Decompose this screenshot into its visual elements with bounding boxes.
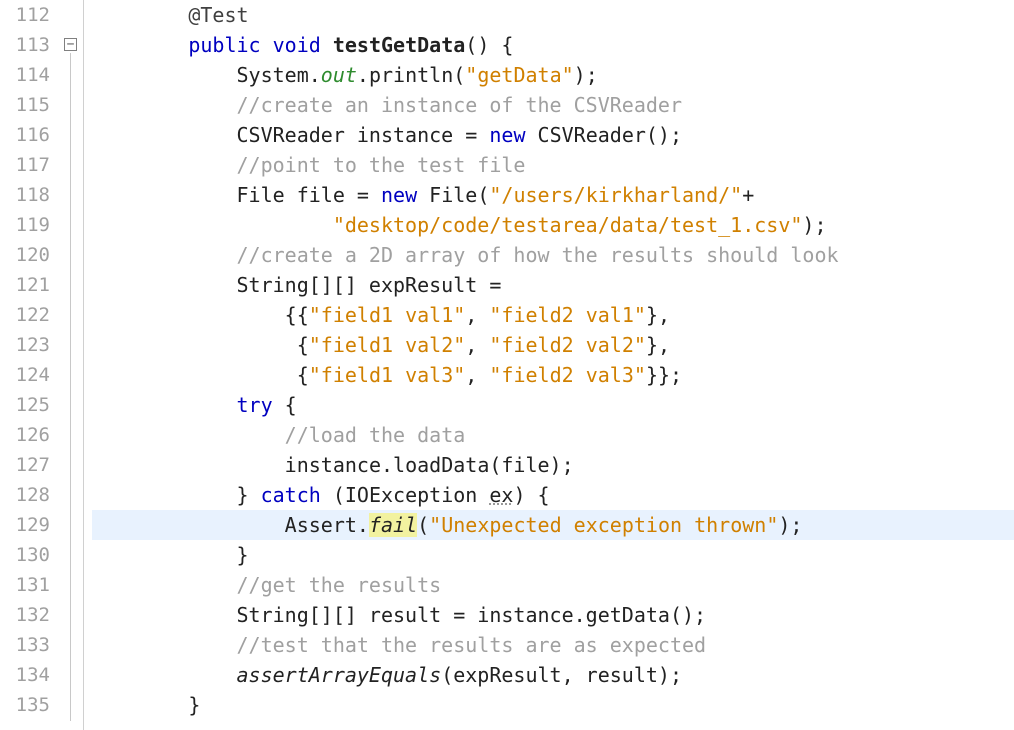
- keyword-new: new: [489, 123, 525, 147]
- line-number: 121: [0, 270, 50, 300]
- string-literal: "desktop/code/testarea/data/test_1.csv": [333, 213, 803, 237]
- line-number: 115: [0, 90, 50, 120]
- string-literal: "/users/kirkharland/": [489, 183, 742, 207]
- line-number: 116: [0, 120, 50, 150]
- comment: //point to the test file: [236, 153, 525, 177]
- code-line-current[interactable]: Assert.fail("Unexpected exception thrown…: [92, 510, 1014, 540]
- keyword-public: public: [188, 33, 260, 57]
- comment: //test that the results are as expected: [236, 633, 706, 657]
- code-line[interactable]: String[][] result = instance.getData();: [92, 600, 1014, 630]
- code-line[interactable]: try {: [92, 390, 1014, 420]
- string-literal: "field2 val3": [489, 363, 646, 387]
- string-literal: "field2 val1": [489, 303, 646, 327]
- string-literal: "field1 val2": [309, 333, 466, 357]
- comment: //create an instance of the CSVReader: [236, 93, 682, 117]
- string-literal: "field1 val1": [309, 303, 466, 327]
- comment: //create a 2D array of how the results s…: [236, 243, 838, 267]
- line-number: 113: [0, 30, 50, 60]
- code-line[interactable]: } catch (IOException ex) {: [92, 480, 1014, 510]
- keyword-void: void: [273, 33, 321, 57]
- code-editor[interactable]: 112 113 114 115 116 117 118 119 120 121 …: [0, 0, 1014, 730]
- code-line[interactable]: {"field1 val2", "field2 val2"},: [92, 330, 1014, 360]
- string-literal: "field2 val2": [489, 333, 646, 357]
- method-name: testGetData: [333, 33, 465, 57]
- code-line[interactable]: {"field1 val3", "field2 val3"}};: [92, 360, 1014, 390]
- keyword-try: try: [236, 393, 272, 417]
- line-number: 134: [0, 660, 50, 690]
- keyword-catch: catch: [261, 483, 321, 507]
- line-number: 118: [0, 180, 50, 210]
- line-number: 127: [0, 450, 50, 480]
- line-number: 132: [0, 600, 50, 630]
- exception-variable: ex: [489, 483, 513, 507]
- fold-gutter: −: [60, 0, 84, 730]
- line-number: 131: [0, 570, 50, 600]
- code-line[interactable]: //point to the test file: [92, 150, 1014, 180]
- line-number: 114: [0, 60, 50, 90]
- line-number: 122: [0, 300, 50, 330]
- line-number: 133: [0, 630, 50, 660]
- line-number: 125: [0, 390, 50, 420]
- line-number: 117: [0, 150, 50, 180]
- code-line[interactable]: String[][] expResult =: [92, 270, 1014, 300]
- static-field-out: out: [321, 63, 357, 87]
- line-number: 123: [0, 330, 50, 360]
- code-line[interactable]: //get the results: [92, 570, 1014, 600]
- annotation: @Test: [188, 3, 248, 27]
- code-line[interactable]: //create a 2D array of how the results s…: [92, 240, 1014, 270]
- keyword-new: new: [381, 183, 417, 207]
- line-number: 112: [0, 0, 50, 30]
- line-number: 130: [0, 540, 50, 570]
- code-line[interactable]: System.out.println("getData");: [92, 60, 1014, 90]
- fold-guide-line: [70, 53, 71, 721]
- code-line[interactable]: //test that the results are as expected: [92, 630, 1014, 660]
- line-number: 120: [0, 240, 50, 270]
- code-line[interactable]: {{"field1 val1", "field2 val1"},: [92, 300, 1014, 330]
- comment: //get the results: [236, 573, 441, 597]
- line-number-gutter: 112 113 114 115 116 117 118 119 120 121 …: [0, 0, 60, 730]
- code-line[interactable]: //load the data: [92, 420, 1014, 450]
- comment: //load the data: [285, 423, 466, 447]
- code-line[interactable]: public void testGetData() {: [92, 30, 1014, 60]
- line-number: 119: [0, 210, 50, 240]
- code-line[interactable]: "desktop/code/testarea/data/test_1.csv")…: [92, 210, 1014, 240]
- code-line[interactable]: instance.loadData(file);: [92, 450, 1014, 480]
- code-line[interactable]: assertArrayEquals(expResult, result);: [92, 660, 1014, 690]
- code-line[interactable]: File file = new File("/users/kirkharland…: [92, 180, 1014, 210]
- line-number: 129: [0, 510, 50, 540]
- line-number: 135: [0, 690, 50, 720]
- code-area[interactable]: @Test public void testGetData() { System…: [84, 0, 1014, 730]
- method-fail: fail: [369, 513, 417, 537]
- code-line[interactable]: }: [92, 690, 1014, 720]
- code-line[interactable]: CSVReader instance = new CSVReader();: [92, 120, 1014, 150]
- string-literal: "Unexpected exception thrown": [429, 513, 778, 537]
- fold-toggle-icon[interactable]: −: [64, 38, 77, 51]
- string-literal: "getData": [465, 63, 573, 87]
- line-number: 124: [0, 360, 50, 390]
- line-number: 126: [0, 420, 50, 450]
- string-literal: "field1 val3": [309, 363, 466, 387]
- code-line[interactable]: @Test: [92, 0, 1014, 30]
- line-number: 128: [0, 480, 50, 510]
- code-line[interactable]: //create an instance of the CSVReader: [92, 90, 1014, 120]
- method-assertArrayEquals: assertArrayEquals: [236, 663, 441, 687]
- code-line[interactable]: }: [92, 540, 1014, 570]
